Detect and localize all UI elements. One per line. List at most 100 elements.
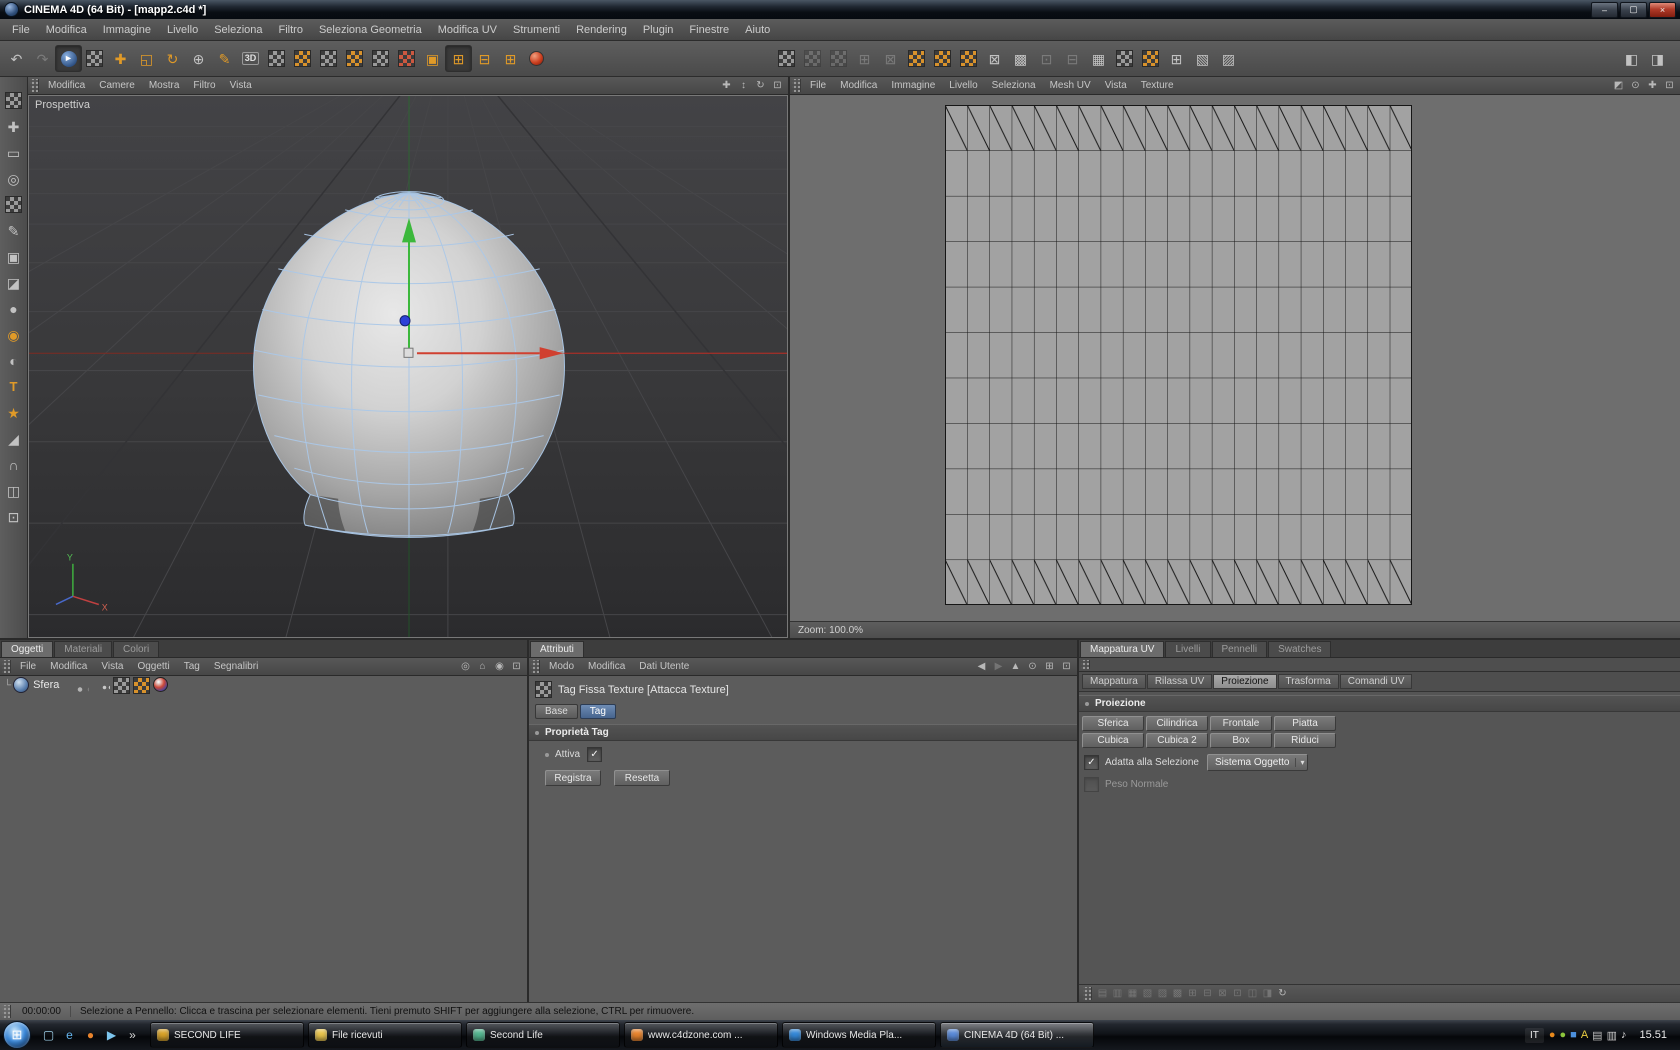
lock-icon[interactable]: ⊙ — [1025, 659, 1040, 674]
render-settings-icon[interactable] — [524, 46, 549, 71]
projection-paint-icon[interactable] — [342, 46, 367, 71]
menu-item[interactable]: Livello — [159, 22, 206, 38]
panel-grip[interactable] — [531, 660, 540, 673]
task-cinema4d[interactable]: CINEMA 4D (64 Bit) ... — [940, 1022, 1094, 1048]
tray-update-icon[interactable]: ■ — [1570, 1029, 1577, 1041]
volume-icon[interactable]: ♪ — [1621, 1029, 1627, 1041]
zoom-view-icon[interactable]: ↕ — [736, 78, 751, 93]
uv-cmd-l-icon[interactable]: ◨ — [1260, 986, 1275, 1001]
visibility-dots-icon[interactable] — [67, 679, 89, 692]
raybrush-icon[interactable] — [368, 46, 393, 71]
object-menu-item[interactable]: Vista — [94, 661, 130, 672]
uv-relax-tool-icon[interactable] — [800, 46, 825, 71]
minimize-button[interactable]: – — [1591, 2, 1618, 18]
layout-single-view-icon[interactable]: ▣ — [420, 46, 445, 71]
language-indicator[interactable]: IT — [1525, 1028, 1544, 1043]
uv-cmd-c-icon[interactable]: ▦ — [1125, 986, 1140, 1001]
tab-materiali[interactable]: Materiali — [54, 641, 112, 657]
magnet-tool-icon[interactable]: ∩ — [2, 453, 25, 476]
quicklaunch-overflow-icon[interactable]: » — [123, 1026, 142, 1045]
resetta-button[interactable]: Resetta — [614, 770, 670, 786]
task-file-ricevuti[interactable]: File ricevuti — [308, 1022, 462, 1048]
undo-icon[interactable]: ↶ — [4, 46, 29, 71]
uv-select-edge-icon[interactable] — [956, 46, 981, 71]
tab-livelli[interactable]: Livelli — [1165, 641, 1210, 657]
network-icon[interactable]: ▥ — [1607, 1029, 1617, 1042]
attribute-menu-item[interactable]: Modo — [542, 661, 581, 672]
cmd-trasforma[interactable]: Trasforma — [1278, 674, 1339, 689]
adatta-checkbox[interactable] — [1084, 755, 1099, 770]
uv-canvas[interactable] — [790, 95, 1680, 621]
uv-cmd-d-icon[interactable]: ▧ — [1140, 986, 1155, 1001]
frontale-button[interactable]: Frontale — [1210, 716, 1272, 731]
dock-handle-icon[interactable]: ⊡ — [2, 505, 25, 528]
uv-cmd-b-icon[interactable]: ▥ — [1110, 986, 1125, 1001]
uv-cmd-i-icon[interactable]: ⊠ — [1215, 986, 1230, 1001]
viewport-menu-item[interactable]: Camere — [92, 80, 142, 91]
pan-uv-icon[interactable]: ✚ — [1645, 78, 1660, 93]
link-icon[interactable]: ⊞ — [1042, 659, 1057, 674]
object-menu-item[interactable]: Modifica — [43, 661, 94, 672]
piatta-button[interactable]: Piatta — [1274, 716, 1336, 731]
phong-tag-icon[interactable] — [97, 677, 110, 690]
viewport-menu-item[interactable]: Mostra — [142, 80, 187, 91]
attribute-menu-item[interactable]: Modifica — [581, 661, 632, 672]
text-tool-icon[interactable]: T — [2, 375, 25, 398]
dock-icon[interactable]: ⊡ — [509, 659, 524, 674]
cmd-rilassa-uv[interactable]: Rilassa UV — [1147, 674, 1212, 689]
cmd-proiezione[interactable]: Proiezione — [1213, 674, 1276, 689]
redo-icon[interactable]: ↷ — [30, 46, 55, 71]
uv-menu-item[interactable]: Texture — [1134, 80, 1181, 91]
uv-fit-icon[interactable]: ⊞ — [1164, 46, 1189, 71]
texture-paint-icon[interactable] — [264, 46, 289, 71]
clone-stamp-icon[interactable]: ▣ — [2, 245, 25, 268]
layout-uv-view-icon[interactable]: ⊞ — [446, 46, 471, 71]
uv-unpin-icon[interactable]: ⊟ — [1060, 46, 1085, 71]
menu-item[interactable]: Filtro — [271, 22, 311, 38]
registra-button[interactable]: Registra — [545, 770, 601, 786]
box-button[interactable]: Box — [1210, 733, 1272, 748]
maximize-uv-icon[interactable]: ⊡ — [1662, 78, 1677, 93]
tab-attributi[interactable]: Attributi — [530, 641, 584, 657]
dock-icon[interactable]: ⊡ — [1059, 659, 1074, 674]
sistema-oggetto-dropdown[interactable]: Sistema Oggetto — [1207, 754, 1309, 771]
uv-menu-item[interactable]: Modifica — [833, 80, 884, 91]
cmd-comandi-uv[interactable]: Comandi UV — [1340, 674, 1413, 689]
uv-menu-item[interactable]: Seleziona — [985, 80, 1043, 91]
tab-tag[interactable]: Tag — [580, 704, 616, 719]
menu-item[interactable]: Seleziona — [206, 22, 270, 38]
cmd-mappatura[interactable]: Mappatura — [1082, 674, 1146, 689]
object-menu-item[interactable]: Oggetti — [130, 661, 176, 672]
start-button[interactable] — [3, 1021, 31, 1049]
panel-grip[interactable] — [1081, 660, 1090, 669]
uv-menu-item[interactable]: Livello — [942, 80, 984, 91]
uv-projection-icon[interactable] — [826, 46, 851, 71]
menu-item[interactable]: Immagine — [95, 22, 159, 38]
uv-cmd-e-icon[interactable]: ▨ — [1155, 986, 1170, 1001]
menu-item[interactable]: File — [4, 22, 38, 38]
search-icon[interactable]: ◎ — [458, 659, 473, 674]
uv-cmd-k-icon[interactable]: ◫ — [1245, 986, 1260, 1001]
task-firefox[interactable]: www.c4dzone.com ... — [624, 1022, 778, 1048]
home-icon[interactable]: ⌂ — [475, 659, 490, 674]
viewport-menu-item[interactable]: Vista — [223, 80, 259, 91]
multibrush-icon[interactable] — [290, 46, 315, 71]
scale-icon[interactable]: ◱ — [134, 46, 159, 71]
cubica-button[interactable]: Cubica — [1082, 733, 1144, 748]
uv-cmd-g-icon[interactable]: ⊞ — [1185, 986, 1200, 1001]
3d-painting-icon[interactable]: 3D — [238, 46, 263, 71]
object-menu-item[interactable]: File — [13, 661, 43, 672]
cilindrica-button[interactable]: Cilindrica — [1146, 716, 1208, 731]
move-icon[interactable]: ✚ — [108, 46, 133, 71]
panel-grip[interactable] — [2, 660, 11, 673]
uvw-tag-icon[interactable] — [113, 677, 130, 694]
pan-view-icon[interactable]: ✚ — [719, 78, 734, 93]
toggle-view-icon[interactable]: ⊡ — [770, 78, 785, 93]
layout-dual-view-icon[interactable]: ⊟ — [472, 46, 497, 71]
nav-up-icon[interactable]: ▲ — [1008, 659, 1023, 674]
uv-menu-item[interactable]: Mesh UV — [1043, 80, 1098, 91]
pattern-stamp-icon[interactable] — [2, 193, 25, 216]
panel-grip[interactable] — [30, 79, 39, 92]
uv-expand-icon[interactable]: ▩ — [1008, 46, 1033, 71]
uv-cmd-j-icon[interactable]: ⊡ — [1230, 986, 1245, 1001]
